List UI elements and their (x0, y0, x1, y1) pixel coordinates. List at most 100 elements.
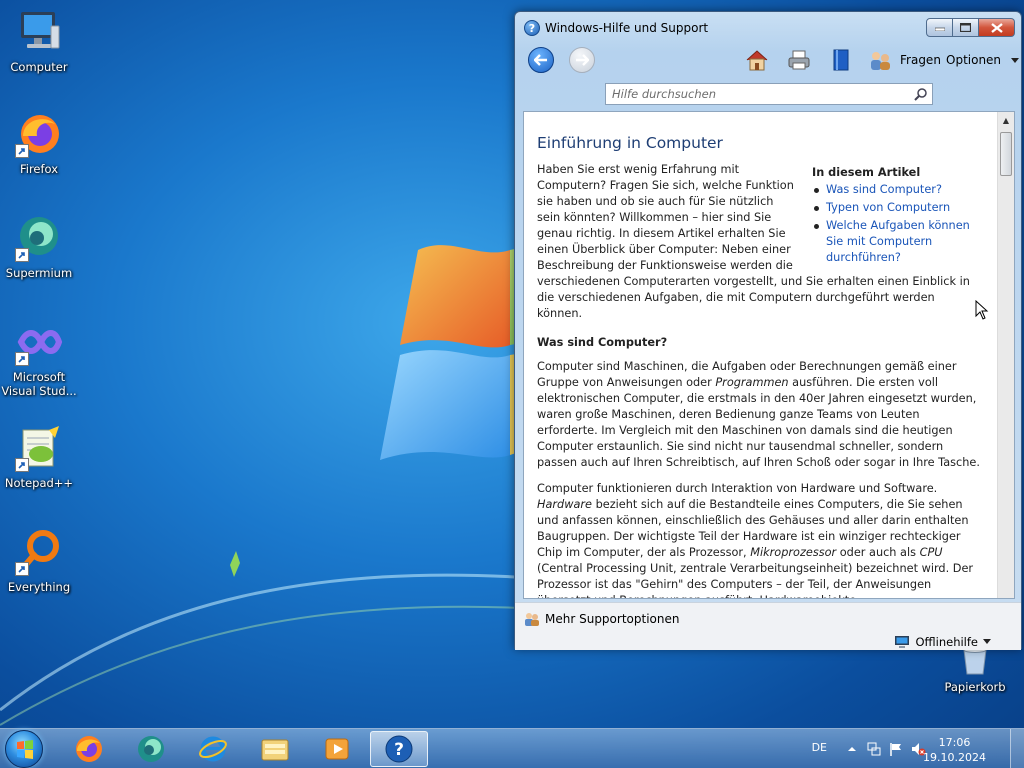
desktop-icon-label: Firefox (19, 162, 59, 176)
search-icon[interactable] (914, 87, 928, 101)
maximize-icon (960, 23, 971, 32)
wallpaper-swoosh (0, 551, 560, 726)
shortcut-arrow-icon (15, 352, 29, 366)
search-box (605, 83, 933, 105)
recycle-bin-icon (963, 647, 987, 675)
taskbar-supermium[interactable] (122, 731, 180, 767)
desktop-icon-label: Papierkorb (944, 680, 1006, 694)
forward-button[interactable] (569, 47, 595, 73)
help-icon: ? (385, 735, 413, 763)
optionen-menu[interactable]: Optionen (946, 53, 1019, 67)
help-window: ? Windows-Hilfe und Support Fragen Optio… (514, 11, 1022, 650)
windows-logo-icon (17, 740, 33, 759)
taskbar-firefox[interactable] (60, 731, 118, 767)
window-footer: Mehr Supportoptionen Offlinehilfe (515, 602, 1021, 650)
arrow-left-icon (534, 54, 547, 66)
language-indicator[interactable]: DE (812, 741, 827, 754)
section-paragraph: Computer sind Maschinen, die Aufgaben od… (537, 359, 982, 471)
desktop-icon-computer[interactable]: Computer (0, 8, 78, 74)
text-run-italic: Hardware (537, 498, 592, 511)
minimize-button[interactable] (926, 18, 953, 37)
clock-date: 19.10.2024 (923, 751, 986, 764)
toc-link[interactable]: Welche Aufgaben können Sie mit Computern… (812, 218, 982, 266)
desktop-icon-firefox[interactable]: Firefox (0, 110, 78, 176)
explorer-icon (261, 739, 289, 761)
offline-computer-icon (895, 636, 910, 648)
firefox-icon (76, 736, 102, 762)
computer-icon (21, 12, 60, 49)
taskbar-explorer[interactable] (246, 731, 304, 767)
more-support-label: Mehr Supportoptionen (545, 612, 680, 626)
shortcut-arrow-icon (15, 458, 29, 472)
section-paragraph: Computer funktionieren durch Interaktion… (537, 481, 982, 598)
chevron-down-icon (1010, 58, 1019, 63)
shortcut-arrow-icon (15, 248, 29, 262)
action-center-flag-icon[interactable] (888, 741, 904, 757)
article-toc: In diesem Artikel Was sind Computer? Typ… (812, 166, 982, 268)
start-button[interactable] (5, 730, 43, 768)
title-bar[interactable]: ? Windows-Hilfe und Support (515, 12, 1021, 42)
chevron-down-icon (983, 639, 991, 644)
clock-time: 17:06 (938, 736, 971, 749)
desktop-icon-recycle-bin[interactable]: Papierkorb (936, 646, 1014, 694)
scroll-thumb[interactable] (1000, 132, 1012, 176)
taskbar-help-active[interactable]: ? (370, 731, 428, 767)
desktop-icon-visual-studio[interactable]: Microsoft Visual Stud... (0, 318, 78, 398)
shortcut-arrow-icon (15, 562, 29, 576)
back-button[interactable] (528, 47, 554, 73)
taskbar: ? DE 17:06 19.10.2024 (0, 728, 1024, 768)
article-pane[interactable]: Einführung in Computer In diesem Artikel… (523, 111, 1015, 599)
text-run-italic: CPU (919, 546, 943, 559)
offline-help-label: Offlinehilfe (915, 635, 978, 649)
fragen-button[interactable]: Fragen (900, 53, 941, 67)
desktop-icon-notepadpp[interactable]: Notepad++ (0, 424, 78, 490)
window-title: Windows-Hilfe und Support (545, 21, 709, 35)
close-button[interactable] (979, 18, 1015, 37)
home-icon[interactable] (745, 48, 769, 72)
close-icon (990, 22, 1003, 33)
media-player-icon (325, 738, 349, 760)
desktop-icon-everything[interactable]: Everything (0, 528, 78, 594)
desktop-icon-label: Supermium (5, 266, 73, 280)
optionen-label: Optionen (946, 53, 1002, 67)
support-people-icon (525, 613, 539, 626)
toc-link[interactable]: Was sind Computer? (812, 182, 982, 198)
toc-heading: In diesem Artikel (812, 166, 921, 179)
show-hidden-icons-icon[interactable] (844, 741, 860, 757)
section-heading: Was sind Computer? (537, 336, 668, 349)
text-run-italic: Programmen (715, 376, 789, 389)
toolbar: Fragen Optionen (515, 44, 1021, 76)
network-icon[interactable] (866, 741, 882, 757)
internet-explorer-icon (199, 736, 227, 762)
vertical-scrollbar[interactable]: ▲ (997, 112, 1014, 598)
tray-clock[interactable]: 17:06 19.10.2024 (923, 735, 986, 765)
help-app-icon: ? (524, 20, 540, 36)
desktop-icon-label: Computer (10, 60, 68, 74)
window-controls (926, 18, 1015, 37)
printer-icon[interactable] (787, 48, 811, 72)
toc-link[interactable]: Typen von Computern (812, 200, 982, 216)
taskbar-internet-explorer[interactable] (184, 731, 242, 767)
mouse-cursor-icon (975, 300, 989, 320)
article-title: Einführung in Computer (537, 134, 723, 152)
text-run-italic: Mikroprozessor (750, 546, 837, 559)
arrow-right-icon (576, 54, 589, 66)
ask-icon[interactable] (868, 48, 892, 72)
offline-help-menu[interactable]: Offlinehilfe (894, 635, 991, 649)
supermium-icon (138, 736, 164, 762)
desktop-icon-supermium[interactable]: Supermium (0, 214, 78, 280)
desktop-icon-label: Everything (7, 580, 71, 594)
search-input[interactable] (606, 84, 901, 104)
scroll-up-icon[interactable]: ▲ (998, 112, 1014, 129)
shortcut-arrow-icon (15, 144, 29, 158)
system-tray: DE 17:06 19.10.2024 (794, 729, 1024, 768)
text-run: oder auch als (836, 546, 920, 559)
svg-text:?: ? (394, 740, 404, 760)
more-support-link[interactable]: Mehr Supportoptionen (524, 611, 679, 627)
text-run: ausführen. Die ersten voll elektronische… (537, 376, 980, 469)
browse-help-icon[interactable] (829, 48, 853, 72)
show-desktop-button[interactable] (1010, 729, 1024, 768)
maximize-button[interactable] (953, 18, 979, 37)
text-run: (Central Processing Unit, zentrale Verar… (537, 562, 974, 598)
taskbar-media-player[interactable] (308, 731, 366, 767)
